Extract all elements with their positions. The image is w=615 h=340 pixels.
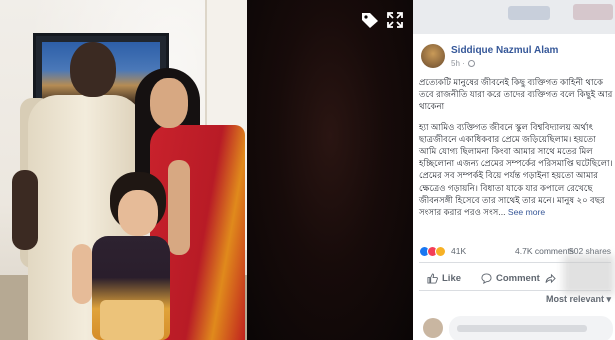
man-head	[70, 42, 116, 97]
author-avatar[interactable]	[421, 44, 445, 68]
chevron-down-icon: ▾	[606, 294, 612, 304]
girl-face	[118, 190, 158, 236]
photo-viewer	[0, 0, 413, 340]
post-paragraph: হ্যা আমিও ব্যক্তিগত জীবনে স্কুল বিশ্ববিদ…	[419, 121, 613, 218]
comment-bubble	[449, 316, 613, 340]
share-icon	[545, 273, 556, 283]
commenter-avatar	[423, 318, 443, 338]
post-photo[interactable]	[0, 0, 247, 340]
author-name[interactable]: Siddique Nazmul Alam	[451, 45, 558, 56]
woman-face	[150, 78, 188, 128]
post-paragraph: প্রত্যেকটি মানুষের জীবনেই কিছু ব্যক্তিগত…	[419, 77, 613, 112]
thumbs-up-icon	[427, 272, 438, 284]
post-meta: 5h ·	[451, 59, 476, 68]
blurred-overlay	[563, 255, 615, 295]
post-time[interactable]: 5h	[451, 59, 460, 68]
comment-sort-dropdown[interactable]: Most relevant ▾	[546, 294, 611, 305]
haha-reaction-icon	[435, 246, 446, 257]
blurred-header	[413, 0, 615, 34]
expand-icon[interactable]	[386, 11, 404, 29]
share-button[interactable]	[545, 268, 556, 288]
tag-icon[interactable]	[360, 11, 380, 29]
comment-icon	[481, 272, 492, 284]
reactions-count[interactable]: 41K	[451, 246, 466, 256]
post-panel: Siddique Nazmul Alam 5h · প্রত্যেকটি মান…	[413, 0, 615, 340]
like-button[interactable]: Like	[427, 268, 461, 288]
blurred-photo-area	[247, 0, 413, 340]
comment-button[interactable]: Comment	[481, 268, 540, 288]
post-text: প্রত্যেকটি মানুষের জীবনেই কিছু ব্যক্তিগত…	[419, 76, 613, 226]
blurred-comment	[423, 312, 613, 340]
globe-icon	[468, 60, 476, 68]
see-more-link[interactable]: See more	[508, 207, 545, 217]
